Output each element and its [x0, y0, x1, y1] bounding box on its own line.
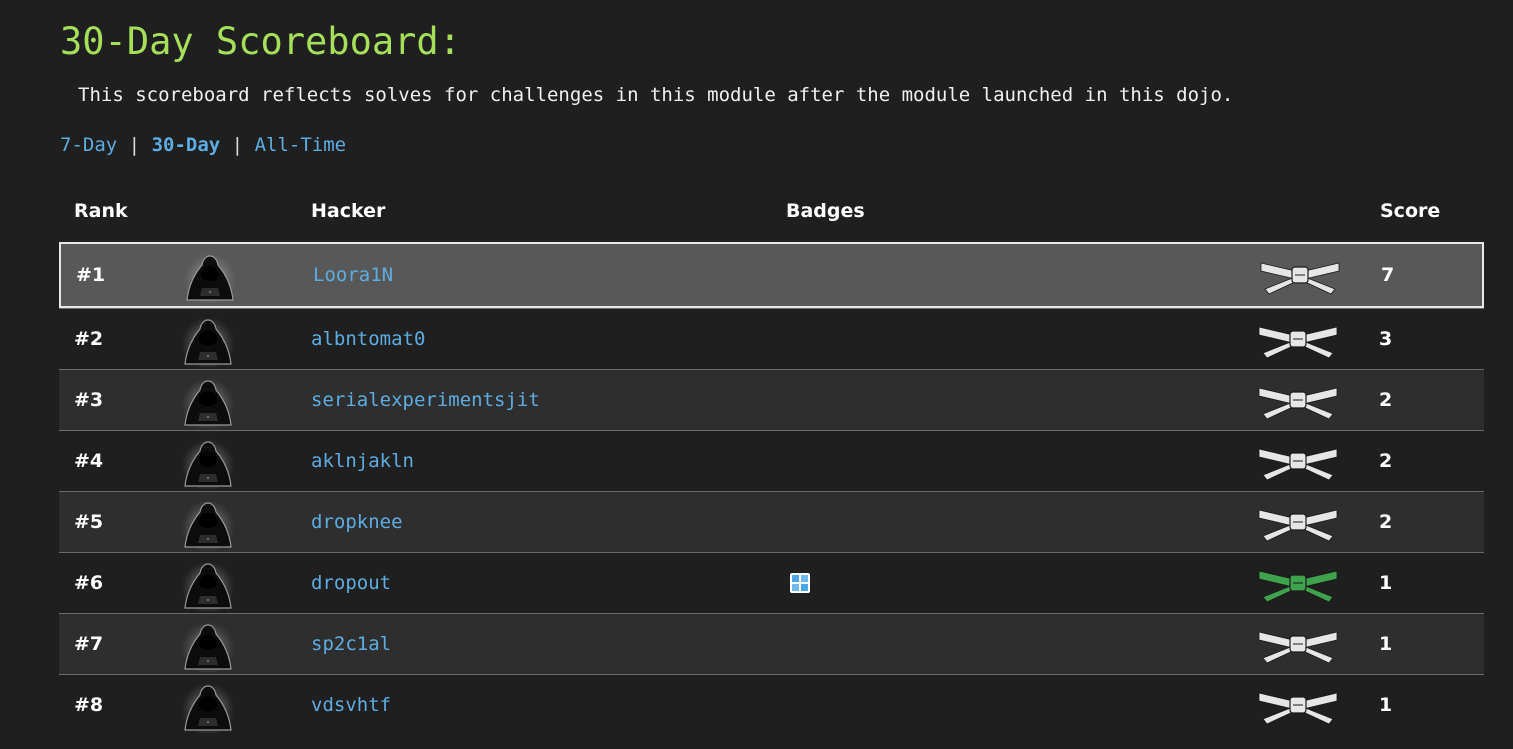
page-title: 30-Day Scoreboard:: [60, 20, 461, 63]
page-description: This scoreboard reflects solves for chal…: [78, 84, 1234, 106]
white-belt-icon: [1257, 380, 1339, 420]
white-belt-icon: [1257, 502, 1339, 542]
scoreboard-table: Rank Hacker Badges Score #1 Loora1N 7 #2 alb…: [59, 180, 1484, 735]
square-badge-icon[interactable]: [789, 572, 811, 594]
score-value: 2: [1379, 450, 1393, 472]
hacker-link[interactable]: Loora1N: [313, 264, 393, 286]
table-row: #6 dropout 1: [59, 552, 1484, 613]
white-belt-icon: [1257, 624, 1339, 664]
white-belt-icon: [1257, 685, 1339, 725]
table-header: Rank Hacker Badges Score: [59, 180, 1484, 242]
table-row: #4 aklnjakln 2: [59, 430, 1484, 491]
table-row: #5 dropknee 2: [59, 491, 1484, 552]
hooded-hacker-icon: [180, 616, 236, 673]
table-row: #8 vdsvhtf 1: [59, 674, 1484, 735]
tab-30-day[interactable]: 30-Day: [152, 134, 221, 156]
tab-all-time[interactable]: All-Time: [255, 134, 347, 156]
rank-value: #5: [74, 511, 104, 533]
hacker-link[interactable]: serialexperimentsjit: [311, 389, 540, 411]
score-value: 3: [1379, 328, 1393, 350]
green-belt-icon: [1257, 563, 1339, 603]
table-row: #2 albntomat0 3: [59, 308, 1484, 369]
table-row: #7 sp2c1al 1: [59, 613, 1484, 674]
score-value: 7: [1381, 264, 1395, 286]
score-header: Score: [1380, 200, 1441, 222]
hacker-link[interactable]: aklnjakln: [311, 450, 414, 472]
rank-value: #2: [74, 328, 104, 350]
hooded-hacker-icon: [180, 555, 236, 612]
white-belt-icon: [1257, 441, 1339, 481]
badges-header: Badges: [786, 200, 865, 222]
hacker-link[interactable]: albntomat0: [311, 328, 425, 350]
hooded-hacker-icon: [180, 494, 236, 551]
white-belt-icon: [1259, 255, 1341, 295]
hooded-hacker-icon: [180, 677, 236, 734]
white-belt-icon: [1257, 319, 1339, 359]
rank-value: #3: [74, 389, 104, 411]
score-value: 2: [1379, 389, 1393, 411]
rank-value: #6: [74, 572, 104, 594]
hooded-hacker-icon: [180, 311, 236, 368]
score-value: 1: [1379, 633, 1393, 655]
table-row: #3 serialexperimentsjit 2: [59, 369, 1484, 430]
rank-value: #8: [74, 694, 104, 716]
score-value: 2: [1379, 511, 1393, 533]
tab-7-day[interactable]: 7-Day: [60, 134, 117, 156]
rank-value: #4: [74, 450, 104, 472]
period-tabs: 7-Day | 30-Day | All-Time: [60, 134, 346, 156]
hooded-hacker-icon: [180, 433, 236, 490]
table-body: #1 Loora1N 7 #2 albntomat0 3 #3 serialexperimen…: [59, 242, 1484, 735]
score-value: 1: [1379, 572, 1393, 594]
hacker-link[interactable]: dropout: [311, 572, 391, 594]
tab-separator: |: [128, 134, 141, 156]
table-row: #1 Loora1N 7: [59, 242, 1484, 308]
tab-separator: |: [231, 134, 244, 156]
rank-value: #7: [74, 633, 104, 655]
rank-header: Rank: [74, 200, 128, 222]
hacker-link[interactable]: vdsvhtf: [311, 694, 391, 716]
hacker-header: Hacker: [311, 200, 386, 222]
rank-value: #1: [76, 264, 106, 286]
score-value: 1: [1379, 694, 1393, 716]
hooded-hacker-icon: [180, 372, 236, 429]
hacker-link[interactable]: sp2c1al: [311, 633, 391, 655]
hooded-hacker-icon: [182, 247, 238, 304]
hacker-link[interactable]: dropknee: [311, 511, 403, 533]
